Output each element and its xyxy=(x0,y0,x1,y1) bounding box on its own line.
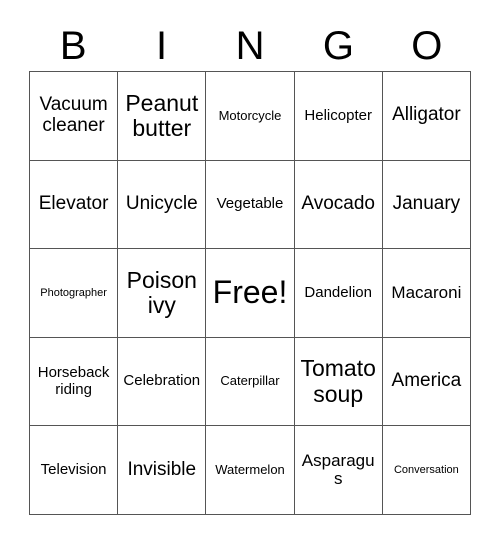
bingo-cell-label: Horseback riding xyxy=(37,364,110,398)
bingo-cell[interactable]: Peanut butter xyxy=(118,72,207,161)
bingo-cell-label: Motorcycle xyxy=(218,107,282,123)
header-letter-i: I xyxy=(156,23,168,68)
bingo-cell[interactable]: Conversation xyxy=(382,426,471,515)
bingo-cell-label: Poison ivy xyxy=(126,266,197,318)
bingo-card: B I N G O Vacuum cleaner Peanut butter M… xyxy=(0,0,500,544)
bingo-cell[interactable]: Asparagus xyxy=(294,426,383,515)
bingo-cell[interactable]: Watermelon xyxy=(206,426,295,515)
bingo-cell-label: Elevator xyxy=(38,192,109,214)
bingo-cell-label: Helicopter xyxy=(304,106,372,124)
bingo-cell-label: Dandelion xyxy=(304,283,372,301)
bingo-cell-label: Photographer xyxy=(40,286,107,299)
bingo-cell[interactable]: Poison ivy xyxy=(118,249,207,338)
bingo-cell[interactable]: Television xyxy=(30,426,119,515)
bingo-cell-label: Tomato soup xyxy=(300,355,376,407)
bingo-cell[interactable]: Invisible xyxy=(118,426,207,515)
bingo-cell[interactable]: Unicycle xyxy=(118,160,207,250)
bingo-cell[interactable]: Horseback riding xyxy=(30,337,119,427)
bingo-cell[interactable]: Vacuum cleaner xyxy=(30,72,119,161)
bingo-cell-label: Celebration xyxy=(123,372,201,390)
bingo-cell[interactable]: America xyxy=(382,337,471,427)
header-letter-g: G xyxy=(322,23,354,68)
bingo-cell[interactable]: Helicopter xyxy=(294,72,383,161)
header-letter-b: B xyxy=(59,23,87,68)
bingo-cell-label: Avocado xyxy=(301,192,375,214)
bingo-cell[interactable]: Photographer xyxy=(30,249,119,338)
bingo-header: B I N G O xyxy=(29,20,471,71)
bingo-cell[interactable]: Celebration xyxy=(118,337,207,427)
bingo-cell[interactable]: Elevator xyxy=(30,160,119,250)
bingo-grid: Vacuum cleaner Peanut butter Motorcycle … xyxy=(29,71,471,515)
bingo-cell-label: Vegetable xyxy=(216,195,284,213)
bingo-cell-label: Alligator xyxy=(392,104,461,126)
bingo-cell-label: Invisible xyxy=(127,458,197,480)
bingo-cell-label: Conversation xyxy=(393,464,459,477)
bingo-cell[interactable]: Caterpillar xyxy=(206,337,295,427)
bingo-cell[interactable]: Motorcycle xyxy=(206,72,295,161)
bingo-cell-label: Macaroni xyxy=(391,282,462,302)
bingo-cell[interactable]: Alligator xyxy=(382,72,471,161)
bingo-cell-label: Asparagus xyxy=(301,450,375,489)
header-letter-o: O xyxy=(411,23,443,68)
bingo-cell[interactable]: Avocado xyxy=(294,160,383,250)
bingo-cell-free[interactable]: Free! xyxy=(206,249,295,338)
bingo-cell-label: Peanut butter xyxy=(125,89,199,141)
bingo-cell-label: Caterpillar xyxy=(220,373,280,389)
bingo-cell[interactable]: January xyxy=(382,160,471,250)
bingo-cell[interactable]: Tomato soup xyxy=(294,337,383,427)
bingo-cell[interactable]: Macaroni xyxy=(382,249,471,338)
bingo-cell-label: Unicycle xyxy=(125,192,198,214)
bingo-cell-label: Free! xyxy=(212,274,288,311)
bingo-cell-label: January xyxy=(392,192,461,214)
bingo-cell-label: America xyxy=(391,370,462,392)
header-letter-n: N xyxy=(235,23,265,68)
bingo-cell-label: Watermelon xyxy=(215,462,285,478)
bingo-cell[interactable]: Vegetable xyxy=(206,160,295,250)
bingo-cell-label: Vacuum cleaner xyxy=(39,93,108,136)
bingo-cell-label: Television xyxy=(40,460,107,478)
bingo-cell[interactable]: Dandelion xyxy=(294,249,383,338)
